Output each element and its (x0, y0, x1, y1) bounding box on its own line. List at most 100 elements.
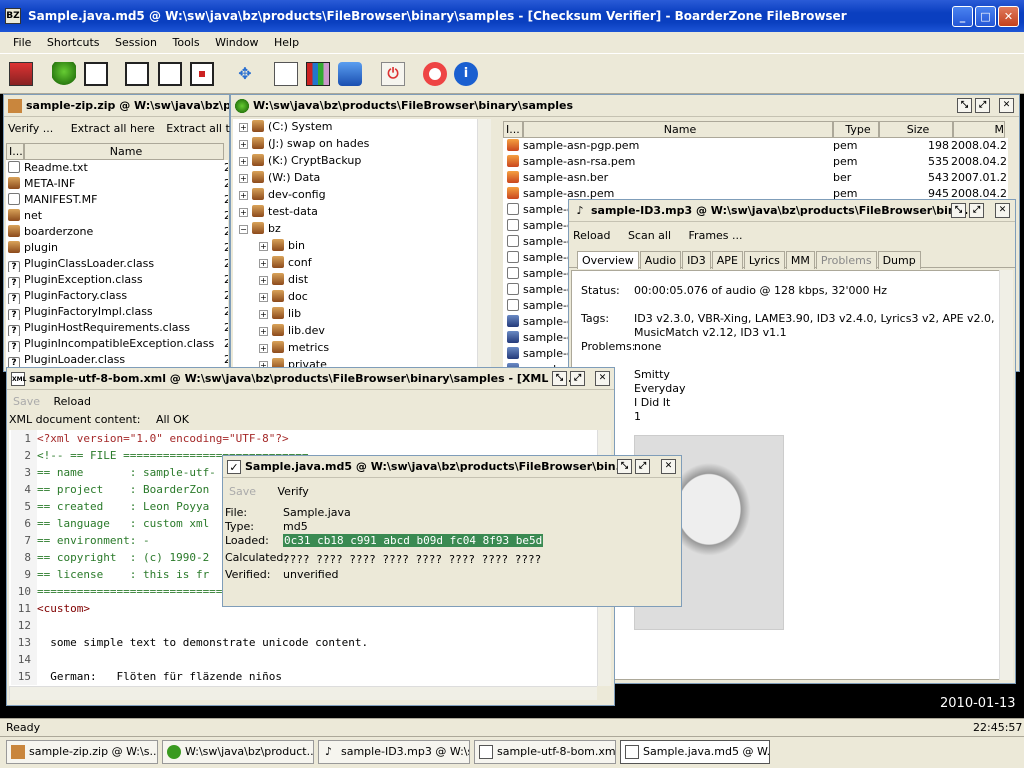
task-xml[interactable]: sample-utf-8-bom.xml ... (474, 740, 616, 764)
tree-icon[interactable] (52, 62, 76, 86)
globe-icon[interactable] (338, 62, 362, 86)
tree-node[interactable]: − bz (233, 221, 489, 238)
tree-node[interactable]: + doc (233, 289, 489, 306)
app-title-bar[interactable]: BZ Sample.java.md5 @ W:\sw\java\bz\produ… (0, 0, 1024, 32)
expand-icon[interactable]: + (239, 140, 248, 149)
extract-all-here-button[interactable]: Extract all here (71, 122, 155, 135)
tree-node[interactable]: + (W:) Data (233, 170, 489, 187)
tab-mm[interactable]: MM (785, 251, 815, 269)
exit-icon[interactable] (9, 62, 33, 86)
mp3-close-button[interactable]: ✕ (995, 203, 1010, 218)
scan-all-button[interactable]: Scan all (628, 229, 671, 242)
frames-button[interactable]: Frames ... (689, 229, 743, 242)
list-item[interactable]: net 2 (6, 208, 228, 224)
tab-ape[interactable]: APE (711, 251, 743, 269)
expand-icon[interactable]: + (259, 242, 268, 251)
expand-icon[interactable]: + (239, 208, 248, 217)
md5-window[interactable]: ✓ Sample.java.md5 @ W:\sw\java\bz\product… (222, 455, 682, 607)
tab-overview[interactable]: Overview (577, 251, 639, 269)
tab-audio[interactable]: Audio (639, 251, 682, 269)
expand-icon[interactable]: + (259, 310, 268, 319)
tree-node[interactable]: + dist (233, 272, 489, 289)
tree-node[interactable]: + conf (233, 255, 489, 272)
window-tile-icon[interactable] (158, 62, 182, 86)
md5-restore-button[interactable]: ⤡ (617, 459, 632, 474)
xml-hscrollbar[interactable] (9, 686, 597, 700)
xml-save-button[interactable]: Save (13, 395, 40, 408)
close-button[interactable]: ✕ (998, 6, 1019, 27)
md5-close-button[interactable]: ✕ (661, 459, 676, 474)
list-item[interactable]: MANIFEST.MF 2 (6, 192, 228, 208)
zip-window[interactable]: sample-zip.zip @ W:\sw\java\bz\pi Verify… (3, 94, 251, 372)
tree-node[interactable]: + test-data (233, 204, 489, 221)
table-row[interactable]: sample-asn-rsa.pem pem 535 2008.04.2 (503, 154, 1008, 170)
table-row[interactable]: sample-asn-pgp.pem pem 198 2008.04.2 (503, 138, 1008, 154)
reload-button[interactable]: Reload (573, 229, 610, 242)
tree-node[interactable]: + dev-config (233, 187, 489, 204)
xml-window-title[interactable]: XML sample-utf-8-bom.xml @ W:\sw\java\bz\… (7, 368, 614, 390)
minimize-button[interactable]: _ (952, 6, 973, 27)
expand-icon[interactable]: + (259, 259, 268, 268)
md5-save-button[interactable]: Save (229, 485, 256, 498)
tab-lyrics[interactable]: Lyrics (743, 251, 785, 269)
xml-restore-button[interactable]: ⤡ (552, 371, 567, 386)
expand-icon[interactable]: − (239, 225, 248, 234)
window-cascade-icon[interactable] (125, 62, 149, 86)
task-md5[interactable]: Sample.java.md5 @ W... (620, 740, 770, 764)
window-icon[interactable] (84, 62, 108, 86)
browser-restore-button[interactable]: ⤡ (957, 98, 972, 113)
md5-loaded-value[interactable]: 0c31 cb18 c991 abcd b09d fc04 8f93 be5d (283, 534, 544, 547)
help-ring-icon[interactable] (423, 62, 447, 86)
tab-problems[interactable]: Problems (815, 251, 877, 269)
tree-scrollbar[interactable] (477, 119, 491, 369)
expand-icon[interactable]: + (259, 327, 268, 336)
xml-close-button[interactable]: ✕ (595, 371, 610, 386)
expand-icon[interactable]: + (239, 191, 248, 200)
maximize-button[interactable]: □ (975, 6, 996, 27)
list-item[interactable]: ? PluginHostRequirements.class 2 (6, 320, 228, 336)
xml-maximize-button[interactable]: ⤢ (570, 371, 585, 386)
list-item[interactable]: plugin 2 (6, 240, 228, 256)
mp3-window[interactable]: ♪ sample-ID3.mp3 @ W:\sw\java\bz\products… (568, 199, 1016, 684)
list-item[interactable]: boarderzone 2 (6, 224, 228, 240)
zip-col-i[interactable]: I... (6, 143, 24, 160)
mp3-restore-button[interactable]: ⤡ (951, 203, 966, 218)
mp3-window-title[interactable]: ♪ sample-ID3.mp3 @ W:\sw\java\bz\products… (569, 200, 1015, 222)
info-icon[interactable]: i (454, 62, 478, 86)
browser-window-title[interactable]: W:\sw\java\bz\products\FileBrowser\binar… (231, 95, 1019, 117)
list-item[interactable]: ? PluginLoader.class 2 (6, 352, 228, 368)
tree-node[interactable]: + metrics (233, 340, 489, 357)
menu-window[interactable]: Window (209, 32, 264, 53)
list-item[interactable]: ? PluginFactory.class 2 (6, 288, 228, 304)
tree-node[interactable]: + (C:) System (233, 119, 489, 136)
files-col-size[interactable]: Size (879, 121, 953, 138)
list-item[interactable]: Readme.txt 2 (6, 160, 228, 176)
menu-help[interactable]: Help (268, 32, 305, 53)
zip-col-name[interactable]: Name (24, 143, 224, 160)
zip-window-title[interactable]: sample-zip.zip @ W:\sw\java\bz\pi (4, 95, 229, 117)
list-item[interactable]: META-INF 2 (6, 176, 228, 192)
tree-node[interactable]: + (J:) swap on hades (233, 136, 489, 153)
list-item[interactable]: ? PluginClassLoader.class 2 (6, 256, 228, 272)
browser-close-button[interactable]: ✕ (999, 98, 1014, 113)
tree-node[interactable]: + lib (233, 306, 489, 323)
power-icon[interactable]: ⏻ (381, 62, 405, 86)
md5-verify-button[interactable]: Verify (278, 485, 309, 498)
expand-icon[interactable]: + (259, 344, 268, 353)
expand-icon[interactable]: + (259, 276, 268, 285)
window-minimize-icon[interactable] (190, 62, 214, 86)
browser-maximize-button[interactable]: ⤢ (975, 98, 990, 113)
task-zip[interactable]: sample-zip.zip @ W:\s... (6, 740, 158, 764)
menu-file[interactable]: File (7, 32, 37, 53)
expand-icon[interactable]: + (239, 174, 248, 183)
edit-icon[interactable] (274, 62, 298, 86)
files-col-name[interactable]: Name (523, 121, 833, 138)
task-browser[interactable]: W:\sw\java\bz\product... (162, 740, 314, 764)
files-col-i[interactable]: I... (503, 121, 523, 138)
expand-icon[interactable]: + (239, 123, 248, 132)
md5-window-title[interactable]: ✓ Sample.java.md5 @ W:\sw\java\bz\product… (223, 456, 681, 478)
tree-node[interactable]: + (K:) CryptBackup (233, 153, 489, 170)
verify-button[interactable]: Verify ... (8, 122, 53, 135)
menu-tools[interactable]: Tools (167, 32, 206, 53)
list-item[interactable]: ? PluginException.class 2 (6, 272, 228, 288)
